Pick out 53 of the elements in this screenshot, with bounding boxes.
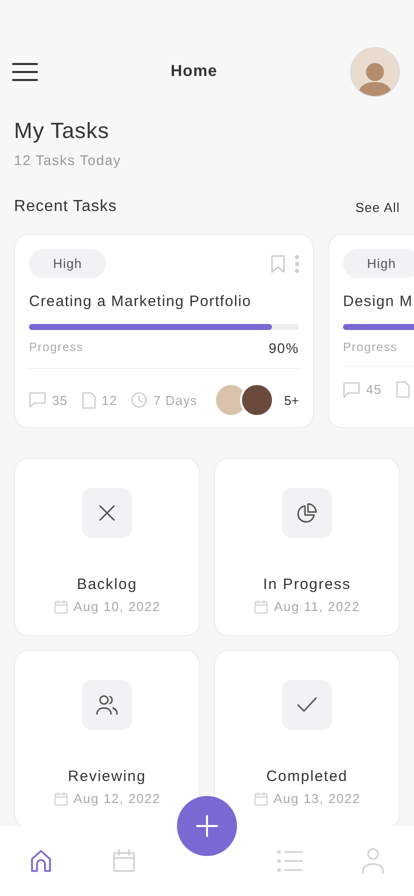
see-all-link[interactable]: See All	[355, 200, 400, 214]
home-icon	[29, 849, 54, 873]
calendar-icon	[54, 600, 68, 614]
calendar-icon	[254, 600, 268, 614]
task-card[interactable]: High Creating a Marketing Portfolio Progress 90% 35 12 7 Days 5+	[14, 234, 314, 428]
pie-chart-icon	[296, 502, 318, 524]
comment-icon	[29, 392, 46, 408]
file-icon	[82, 392, 96, 408]
status-date: Aug 11, 2022	[274, 599, 360, 614]
section-title: My Tasks	[14, 118, 110, 144]
bookmark-icon[interactable]	[271, 254, 285, 272]
status-date: Aug 10, 2022	[74, 599, 160, 614]
task-title: Design M	[343, 293, 414, 310]
member-count: 5+	[284, 392, 299, 408]
status-title: Completed	[266, 768, 348, 785]
clock-icon	[131, 392, 148, 408]
status-card[interactable]: Reviewing Aug 12, 2022	[14, 650, 200, 828]
calendar-icon	[54, 792, 68, 806]
person-icon	[360, 848, 385, 874]
status-title: In Progress	[263, 576, 351, 593]
task-count: 12 Tasks Today	[14, 152, 122, 168]
file-count: 12	[102, 392, 118, 408]
page-title: Home	[170, 63, 218, 81]
priority-tag: High	[343, 249, 414, 278]
list-icon	[276, 849, 304, 873]
check-icon	[296, 696, 318, 714]
calendar-icon	[254, 792, 268, 806]
comment-count: 35	[52, 392, 68, 408]
section-heading: Recent Tasks	[14, 198, 117, 216]
users-icon	[95, 694, 119, 716]
status-title: Backlog	[76, 576, 138, 593]
calendar-icon	[112, 849, 136, 873]
comment-icon	[343, 382, 360, 398]
status-card[interactable]: Completed Aug 13, 2022	[214, 650, 400, 828]
more-icon[interactable]	[295, 254, 299, 272]
file-icon	[396, 381, 410, 398]
status-date: Aug 12, 2022	[74, 791, 160, 806]
close-icon	[98, 504, 116, 522]
priority-tag: High	[29, 249, 106, 278]
status-title: Reviewing	[68, 768, 146, 785]
nav-tab[interactable]	[29, 849, 54, 873]
progress-label: Progress	[343, 340, 398, 354]
menu-button[interactable]	[12, 62, 38, 82]
comment-count: 45	[366, 382, 382, 397]
menu-icon	[12, 62, 38, 82]
plus-icon	[196, 815, 218, 837]
status-date: Aug 13, 2022	[274, 791, 360, 806]
task-title: Creating a Marketing Portfolio	[29, 293, 252, 310]
progress-label: Progress	[29, 340, 84, 356]
status-card[interactable]: In Progress Aug 11, 2022	[214, 458, 400, 636]
progress-percent: 90%	[268, 340, 299, 356]
due-time: 7 Days	[153, 392, 198, 408]
status-card[interactable]: Backlog Aug 10, 2022	[14, 458, 200, 636]
